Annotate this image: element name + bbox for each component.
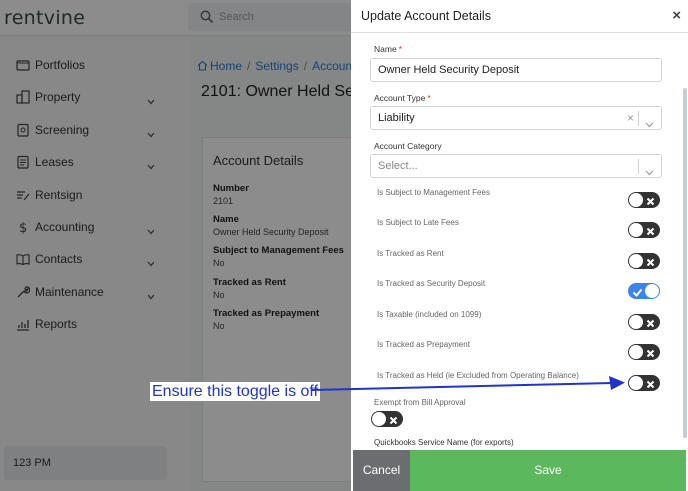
account-type-select[interactable]: Liability × bbox=[370, 106, 662, 130]
name-input-value: Owner Held Security Deposit bbox=[378, 64, 520, 76]
annotation-callout: Ensure this toggle is off bbox=[150, 382, 321, 401]
name-input[interactable]: Owner Held Security Deposit bbox=[370, 58, 662, 82]
toggle-knob bbox=[629, 223, 643, 237]
account-type-label: Account Type * bbox=[374, 93, 431, 103]
name-label-text: Name bbox=[374, 44, 397, 54]
toggle-knob bbox=[372, 412, 386, 426]
modal-header: Update Account Details × bbox=[351, 0, 688, 33]
account-category-placeholder: Select... bbox=[378, 160, 418, 172]
toggle-tracked-rent[interactable] bbox=[628, 253, 660, 269]
x-icon bbox=[645, 224, 656, 236]
toggle-knob bbox=[629, 193, 643, 207]
toggle-label-prepayment: Is Tracked as Prepayment bbox=[377, 340, 470, 349]
x-icon bbox=[645, 346, 656, 358]
clear-icon[interactable]: × bbox=[627, 111, 634, 125]
modal-title: Update Account Details bbox=[361, 9, 491, 23]
toggle-prepayment[interactable] bbox=[628, 344, 660, 360]
required-marker: * bbox=[427, 93, 431, 103]
cancel-button[interactable]: Cancel bbox=[353, 450, 410, 491]
toggle-label-late-fees: Is Subject to Late Fees bbox=[377, 218, 459, 227]
modal-scrollbar[interactable] bbox=[683, 88, 687, 438]
x-icon bbox=[388, 413, 399, 425]
toggle-security-deposit[interactable] bbox=[628, 283, 660, 299]
toggle-held[interactable] bbox=[628, 375, 660, 391]
toggle-knob bbox=[645, 284, 659, 298]
x-icon bbox=[645, 255, 656, 267]
select-divider bbox=[638, 159, 639, 174]
toggle-knob bbox=[629, 254, 643, 268]
x-icon bbox=[645, 377, 656, 389]
save-button[interactable]: Save bbox=[410, 450, 686, 491]
x-icon bbox=[645, 316, 656, 328]
toggle-label-taxable: Is Taxable (included on 1099) bbox=[377, 310, 482, 319]
save-button-label: Save bbox=[534, 463, 562, 477]
annotation-arrow-icon bbox=[311, 376, 625, 391]
select-divider bbox=[638, 111, 639, 126]
account-category-label: Account Category bbox=[374, 141, 442, 151]
toggle-knob bbox=[629, 376, 643, 390]
toggle-exempt-bill-approval[interactable] bbox=[371, 411, 403, 427]
required-marker: * bbox=[398, 44, 402, 54]
quickbooks-service-name-label: Quickbooks Service Name (for exports) bbox=[374, 438, 514, 447]
chevron-down-icon[interactable] bbox=[645, 163, 654, 176]
toggle-knob bbox=[629, 315, 643, 329]
cancel-button-label: Cancel bbox=[362, 463, 401, 477]
toggle-label-security-deposit: Is Tracked as Security Deposit bbox=[377, 279, 486, 288]
toggle-taxable[interactable] bbox=[628, 314, 660, 330]
modal-footer: Cancel Save bbox=[351, 450, 688, 491]
x-icon bbox=[645, 194, 656, 206]
toggle-label-management-fees: Is Subject to Management Fees bbox=[377, 188, 490, 197]
toggle-knob bbox=[629, 345, 643, 359]
account-type-label-text: Account Type bbox=[374, 93, 426, 103]
account-category-select[interactable]: Select... bbox=[370, 154, 662, 178]
name-label: Name * bbox=[374, 44, 402, 54]
toggle-management-fees[interactable] bbox=[628, 192, 660, 208]
toggle-label-tracked-rent: Is Tracked as Rent bbox=[377, 249, 444, 258]
chevron-down-icon[interactable] bbox=[645, 115, 654, 128]
close-icon[interactable]: × bbox=[672, 7, 681, 24]
update-account-modal: Update Account Details × Name * Owner Hel… bbox=[351, 0, 688, 491]
toggle-late-fees[interactable] bbox=[628, 222, 660, 238]
check-icon bbox=[632, 285, 643, 297]
account-type-value: Liability bbox=[378, 112, 415, 124]
